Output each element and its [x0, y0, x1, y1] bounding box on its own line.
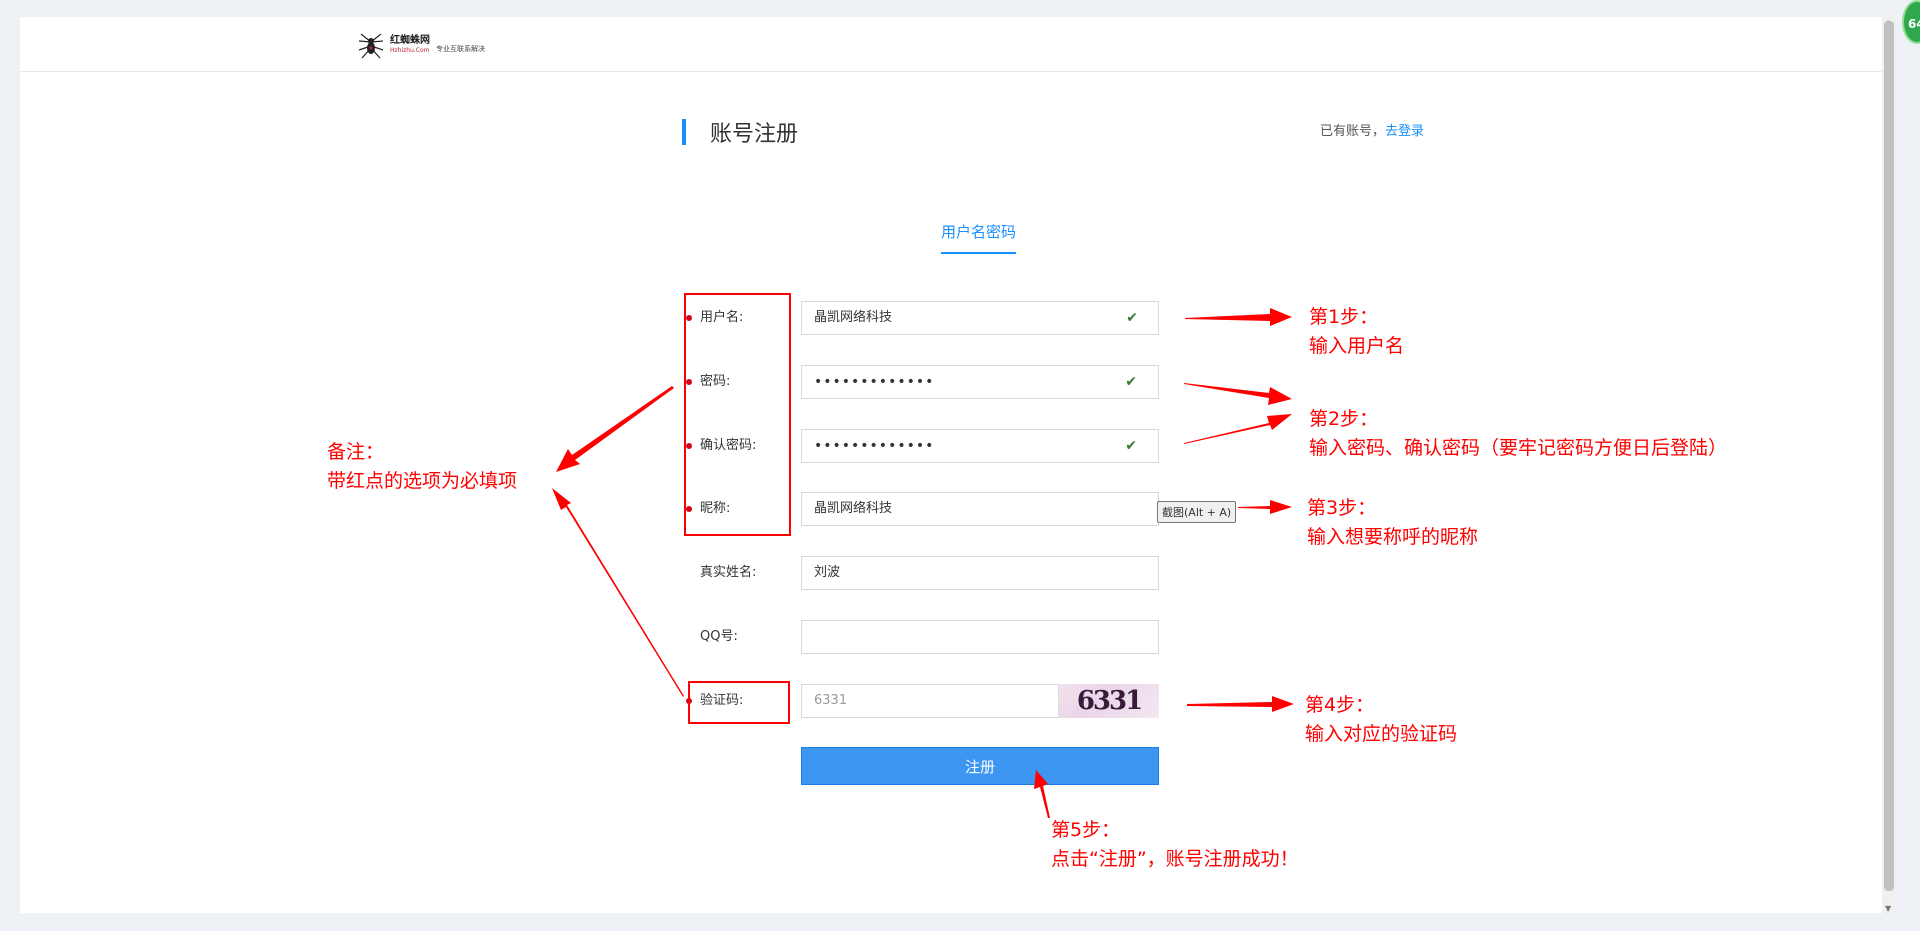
- step2-annotation: 第2步： 输入密码、确认密码（要牢记密码方便日后登陆）: [1309, 405, 1727, 463]
- password-input[interactable]: ••••••••••••• ✔: [801, 365, 1159, 399]
- step5-annotation: 第5步： 点击“注册”，账号注册成功！: [1051, 816, 1299, 874]
- step3-body: 输入想要称呼的昵称: [1307, 526, 1479, 548]
- note-annotation: 备注： 带红点的选项为必填项: [327, 438, 517, 496]
- top-header: 红蜘蛛网 Hzhizhu.Com 专业互联系解决: [20, 17, 1882, 72]
- step5-title: 第5步：: [1051, 819, 1121, 841]
- confirm-password-input[interactable]: ••••••••••••• ✔: [801, 429, 1159, 463]
- check-icon: ✔: [1125, 374, 1138, 390]
- logo-name: 红蜘蛛网: [390, 35, 430, 46]
- confirm-password-value: •••••••••••••: [814, 438, 935, 454]
- required-fields-box: [684, 293, 791, 536]
- note-title: 备注：: [327, 441, 385, 463]
- spider-logo-icon: [358, 33, 384, 59]
- check-icon: ✔: [1126, 310, 1138, 326]
- page-title: 账号注册: [710, 122, 799, 147]
- qq-label: QQ号:: [700, 629, 738, 644]
- step2-title: 第2步：: [1309, 408, 1379, 430]
- scrollbar-thumb[interactable]: [1884, 21, 1894, 891]
- password-value: •••••••••••••: [814, 374, 935, 390]
- step1-body: 输入用户名: [1309, 335, 1405, 357]
- tab-username-password[interactable]: 用户名密码: [941, 221, 1017, 254]
- step3-title: 第3步：: [1307, 497, 1377, 519]
- nickname-input[interactable]: 晶凯网络科技: [801, 492, 1159, 526]
- step1-annotation: 第1步： 输入用户名: [1309, 303, 1404, 361]
- realname-input[interactable]: 刘波: [801, 556, 1159, 590]
- title-accent-bar: [682, 119, 686, 145]
- step1-title: 第1步：: [1309, 306, 1379, 328]
- captcha-input[interactable]: 6331: [801, 684, 1059, 718]
- floating-badge[interactable]: 64: [1902, 0, 1920, 44]
- login-link[interactable]: 去登录: [1385, 124, 1424, 139]
- step4-title: 第4步：: [1305, 694, 1375, 716]
- logo-slogan: 专业互联系解决: [436, 45, 485, 53]
- vertical-scrollbar[interactable]: ▲ ▼: [1882, 17, 1896, 913]
- step2-body: 输入密码、确认密码（要牢记密码方便日后登陆）: [1309, 437, 1728, 459]
- register-button[interactable]: 注册: [801, 747, 1159, 785]
- captcha-required-box: [688, 681, 790, 724]
- username-input[interactable]: 晶凯网络科技 ✔: [801, 301, 1159, 335]
- captcha-value: 6331: [814, 693, 848, 708]
- step3-annotation: 第3步： 输入想要称呼的昵称: [1307, 494, 1478, 552]
- note-body: 带红点的选项为必填项: [327, 470, 518, 492]
- screenshot-tooltip: 截图(Alt + A): [1157, 501, 1237, 523]
- logo-domain: Hzhizhu.Com: [390, 47, 430, 54]
- captcha-image-text: 6331: [1076, 686, 1143, 716]
- captcha-image[interactable]: 6331: [1059, 684, 1159, 718]
- realname-value: 刘波: [814, 565, 841, 580]
- site-logo[interactable]: 红蜘蛛网 Hzhizhu.Com 专业互联系解决: [356, 29, 485, 61]
- nickname-value: 晶凯网络科技: [814, 501, 893, 516]
- check-icon: ✔: [1125, 438, 1138, 454]
- qq-input[interactable]: [801, 620, 1159, 654]
- scroll-down-arrow-icon[interactable]: ▼: [1885, 904, 1891, 913]
- step4-annotation: 第4步： 输入对应的验证码: [1305, 691, 1457, 749]
- logo-text: 红蜘蛛网 Hzhizhu.Com: [390, 36, 430, 54]
- login-hint: 已有账号，去登录: [1320, 120, 1424, 139]
- realname-label: 真实姓名:: [700, 565, 757, 580]
- username-value: 晶凯网络科技: [814, 310, 893, 325]
- step4-body: 输入对应的验证码: [1305, 723, 1458, 745]
- step5-body: 点击“注册”，账号注册成功！: [1051, 848, 1299, 870]
- login-prompt: 已有账号，: [1320, 124, 1386, 139]
